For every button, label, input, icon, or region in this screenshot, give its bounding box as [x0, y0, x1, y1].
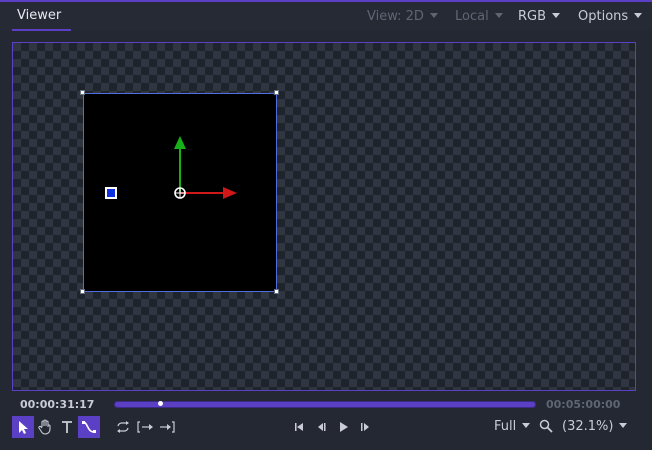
zoom-button[interactable]	[537, 417, 555, 435]
viewer-canvas[interactable]	[12, 42, 636, 391]
channel-label: RGB	[518, 9, 547, 24]
pointer-icon	[19, 421, 28, 434]
text-tool-icon	[62, 421, 72, 433]
loop-button[interactable]	[112, 416, 134, 438]
layer-frame[interactable]	[83, 93, 277, 292]
scrub-bar[interactable]	[114, 401, 536, 408]
search-icon	[539, 419, 553, 433]
view-mode-label: View: 2D	[367, 9, 424, 24]
chevron-down-icon	[552, 13, 561, 18]
loop-icon	[117, 421, 129, 433]
hand-tool-button[interactable]	[34, 416, 56, 438]
step-forward-icon	[361, 423, 369, 431]
text-tool-button[interactable]	[56, 416, 78, 438]
view-mode-dropdown[interactable]: View: 2D	[367, 7, 438, 27]
mark-out-button[interactable]	[156, 416, 178, 438]
corner-handle-bl[interactable]	[80, 289, 85, 294]
path-tool-icon	[82, 421, 96, 433]
skip-to-start-icon	[295, 423, 303, 431]
step-back-button[interactable]	[310, 416, 332, 438]
transform-gizmo[interactable]	[84, 94, 278, 293]
corner-handle-br[interactable]	[274, 289, 279, 294]
chevron-down-icon	[522, 423, 531, 428]
space-label: Local	[455, 9, 489, 24]
chevron-down-icon	[619, 423, 628, 428]
bottom-toolbar: Full (32.1%)	[0, 415, 652, 441]
chevron-down-icon	[494, 13, 503, 18]
mark-in-button[interactable]	[134, 416, 156, 438]
step-back-icon	[318, 423, 326, 431]
x-axis-arrow-icon	[223, 187, 237, 199]
resolution-dropdown[interactable]: Full	[494, 419, 531, 435]
options-dropdown[interactable]: Options	[578, 7, 643, 27]
play-button[interactable]	[332, 416, 354, 438]
tab-bar: Viewer View: 2D Local RGB Options	[0, 2, 652, 31]
zoom-dropdown[interactable]: (32.1%)	[562, 419, 628, 435]
hand-icon	[38, 419, 51, 435]
tab-active-indicator	[12, 29, 71, 31]
y-axis-arrow-icon	[174, 136, 186, 149]
playhead[interactable]	[157, 401, 163, 406]
play-icon	[340, 422, 348, 432]
resolution-label: Full	[494, 419, 517, 434]
corner-handle-tl[interactable]	[80, 90, 85, 95]
step-forward-button[interactable]	[354, 416, 376, 438]
go-to-start-button[interactable]	[288, 416, 310, 438]
current-timecode: 00:00:31:17	[20, 398, 95, 411]
zoom-level: (32.1%)	[562, 419, 614, 434]
select-tool-button[interactable]	[12, 416, 34, 438]
space-dropdown[interactable]: Local	[455, 7, 503, 27]
timeline-bar: 00:00:31:17 00:05:00:00	[0, 396, 652, 414]
tab-viewer[interactable]: Viewer	[12, 6, 66, 26]
channel-dropdown[interactable]: RGB	[518, 7, 561, 27]
corner-handle-tr[interactable]	[274, 90, 279, 95]
mark-in-icon	[137, 421, 153, 433]
chevron-down-icon	[429, 13, 438, 18]
options-label: Options	[578, 9, 629, 24]
end-timecode: 00:05:00:00	[546, 398, 621, 411]
path-tool-button[interactable]	[78, 416, 100, 438]
mark-out-icon	[160, 421, 175, 433]
chevron-down-icon	[634, 13, 643, 18]
